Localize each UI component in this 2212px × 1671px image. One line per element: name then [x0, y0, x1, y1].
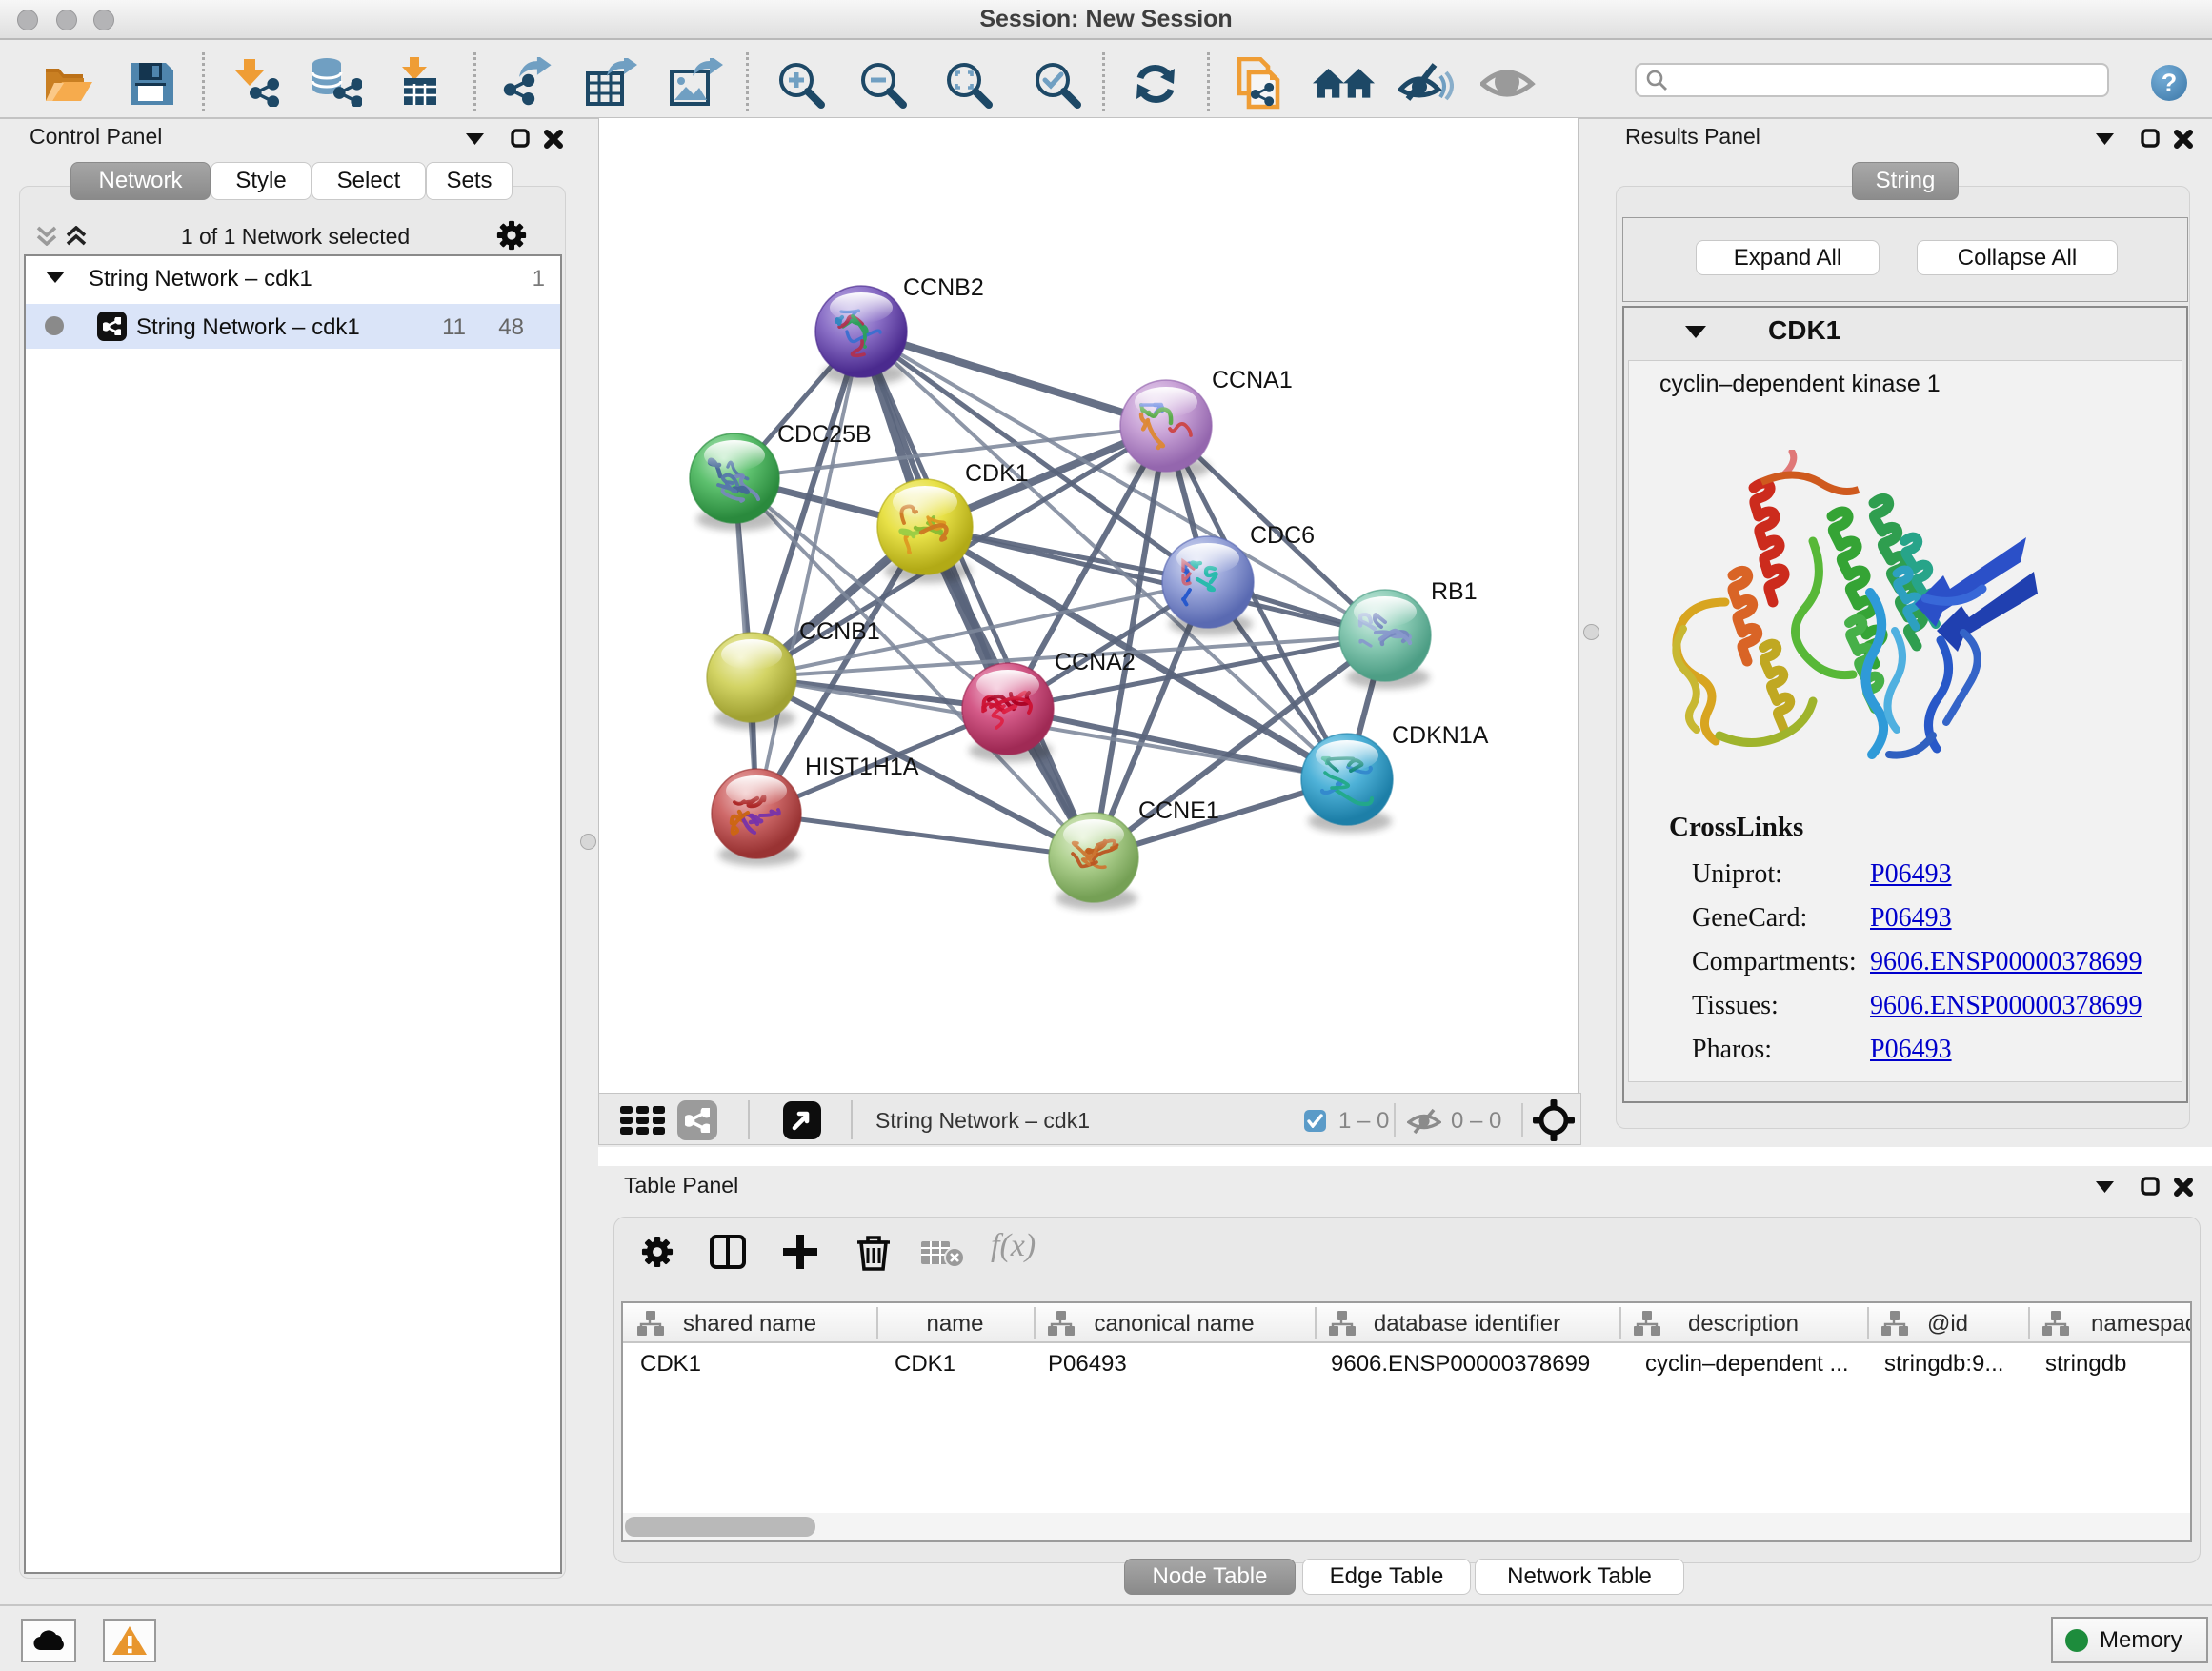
svg-text:CCNA2: CCNA2: [1055, 649, 1136, 675]
svg-text:CCNB2: CCNB2: [903, 274, 984, 301]
svg-text:CCNE1: CCNE1: [1138, 797, 1219, 824]
svg-text:CDKN1A: CDKN1A: [1392, 722, 1489, 749]
svg-text:CDC25B: CDC25B: [777, 421, 872, 448]
svg-text:RB1: RB1: [1431, 578, 1478, 605]
svg-text:CDK1: CDK1: [965, 460, 1029, 487]
svg-text:CDC6: CDC6: [1250, 522, 1315, 549]
svg-text:CCNA1: CCNA1: [1212, 367, 1293, 393]
svg-text:HIST1H1A: HIST1H1A: [805, 754, 919, 780]
svg-text:CCNB1: CCNB1: [799, 618, 880, 645]
